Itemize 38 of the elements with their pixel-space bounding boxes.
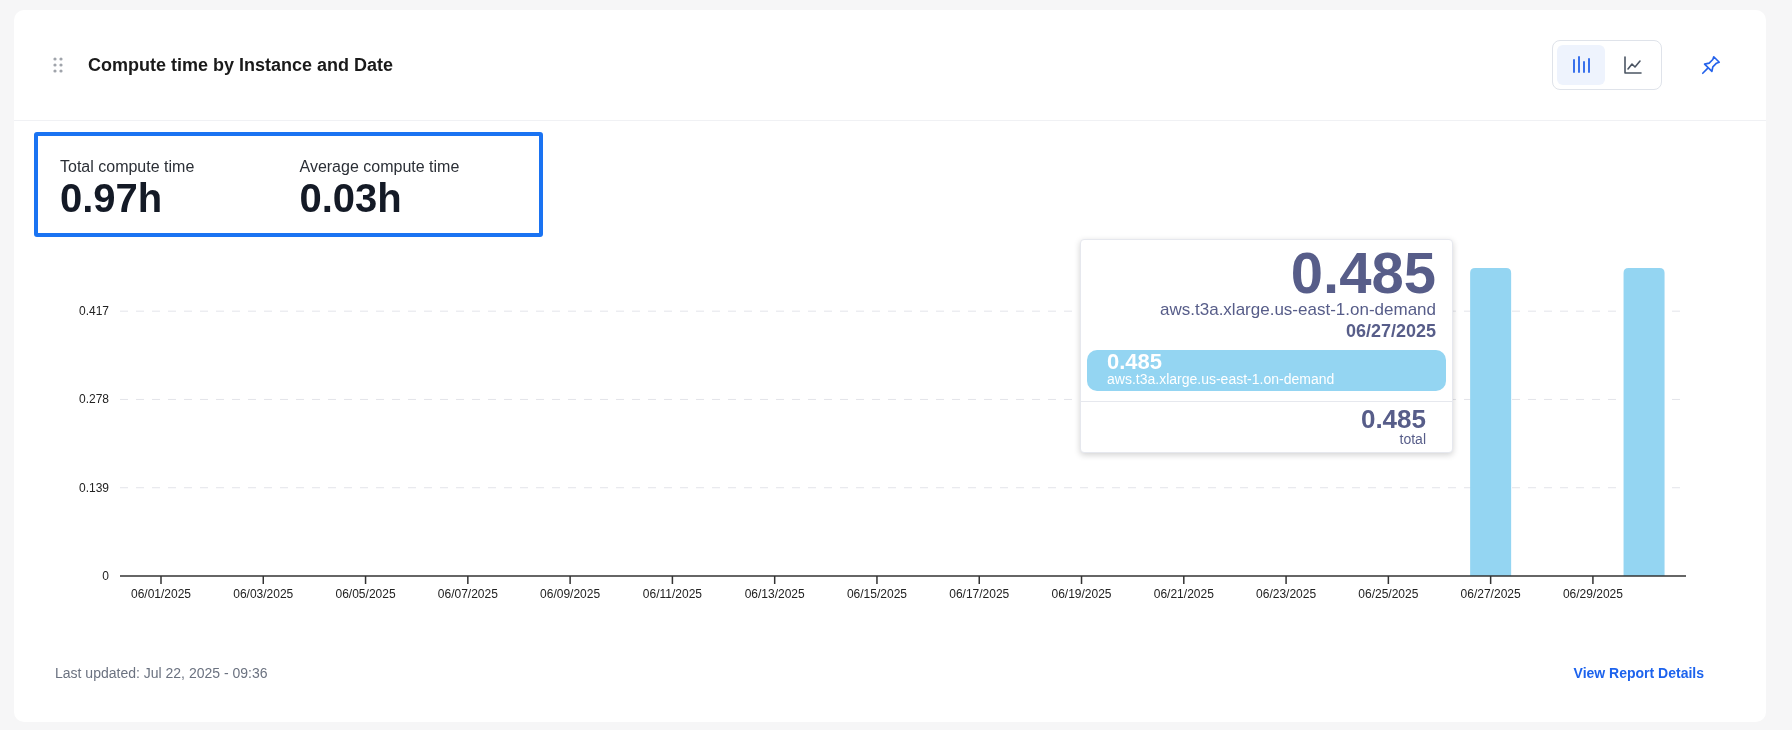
x-axis-label: 06/01/2025 bbox=[130, 587, 192, 601]
x-axis-label: 06/03/2025 bbox=[233, 587, 294, 601]
x-axis-label: 06/25/2025 bbox=[1358, 587, 1419, 601]
line-chart-icon bbox=[1622, 54, 1644, 76]
y-axis-label: 0.139 bbox=[78, 480, 109, 495]
x-axis-label: 06/29/2025 bbox=[1562, 587, 1623, 601]
x-axis-label: 06/23/2025 bbox=[1256, 587, 1317, 601]
x-axis-label: 06/17/2025 bbox=[949, 587, 1010, 601]
bar-chart-icon bbox=[1570, 54, 1592, 76]
stat-label: Average compute time bbox=[299, 158, 461, 176]
stat-value: 0.03h bbox=[299, 176, 403, 220]
tooltip-item-label: aws.t3a.xlarge.us-east-1.on-demand bbox=[1107, 372, 1336, 387]
view-report-link[interactable]: View Report Details bbox=[1573, 665, 1704, 681]
tooltip-total-value: 0.485 bbox=[1360, 406, 1426, 432]
stat-value: 0.97h bbox=[60, 176, 164, 220]
pin-icon bbox=[1700, 54, 1722, 76]
x-axis-label: 06/11/2025 bbox=[642, 587, 702, 601]
tooltip-value: 0.485 bbox=[1290, 246, 1436, 300]
x-axis-label: 06/27/2025 bbox=[1460, 587, 1521, 601]
x-axis-label: 06/19/2025 bbox=[1051, 587, 1112, 601]
y-axis-label: 0 bbox=[102, 569, 109, 583]
widget-title: Compute time by Instance and Date bbox=[88, 54, 395, 76]
x-axis-label: 06/07/2025 bbox=[437, 587, 498, 601]
bar-view-button[interactable] bbox=[1557, 45, 1605, 85]
tooltip-series: aws.t3a.xlarge.us-east-1.on-demand bbox=[1160, 300, 1436, 320]
x-axis-label: 06/09/2025 bbox=[540, 587, 601, 601]
tooltip-date: 06/27/2025 bbox=[1345, 320, 1436, 342]
tooltip-item-value: 0.485 bbox=[1107, 352, 1163, 372]
drag-handle-icon[interactable] bbox=[52, 56, 64, 74]
x-axis-label: 06/15/2025 bbox=[846, 587, 907, 601]
y-axis-label: 0.417 bbox=[78, 304, 109, 319]
stat-label: Total compute time bbox=[60, 158, 196, 176]
tooltip-total-label: total bbox=[1399, 432, 1426, 446]
x-axis-label: 06/13/2025 bbox=[744, 587, 805, 601]
x-axis-label: 06/05/2025 bbox=[335, 587, 396, 601]
y-axis-label: 0.278 bbox=[78, 392, 109, 407]
last-updated-text: Last updated: Jul 22, 2025 - 09:36 bbox=[55, 665, 268, 681]
x-axis-label: 06/21/2025 bbox=[1153, 587, 1214, 601]
